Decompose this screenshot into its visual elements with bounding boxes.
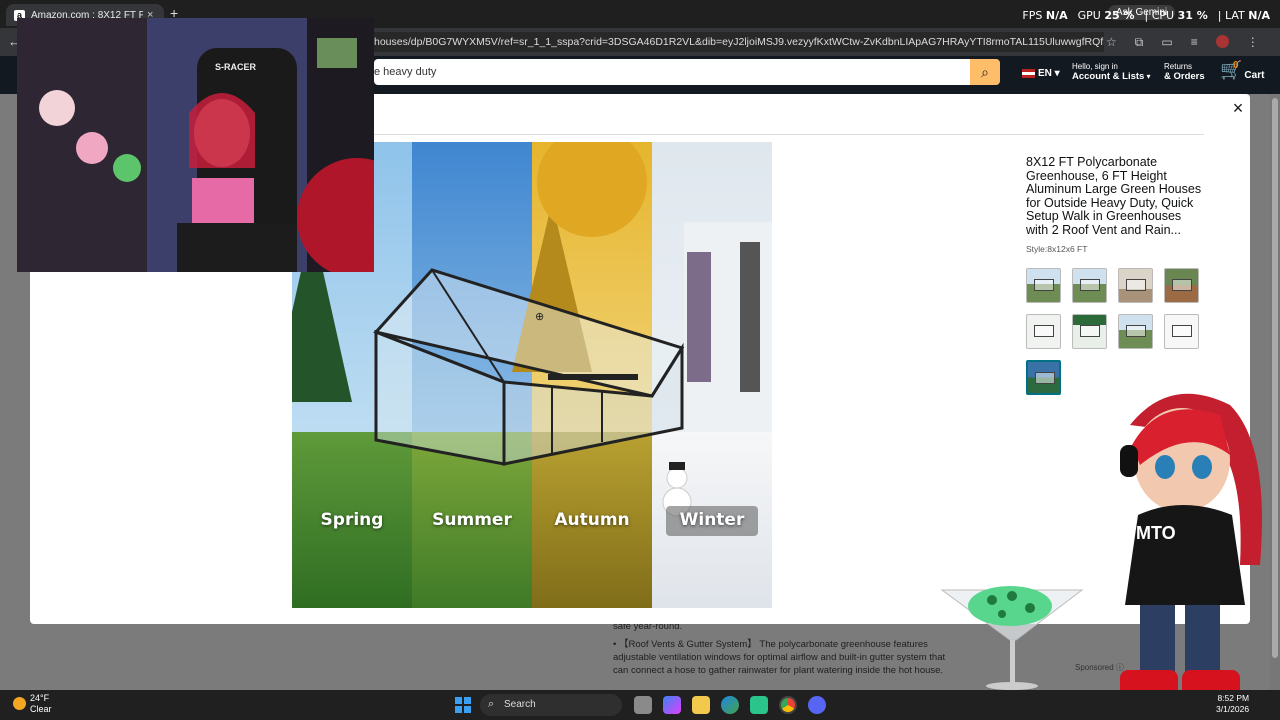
scrollbar-thumb[interactable] (1272, 98, 1278, 658)
product-bullets: safe year-round. • 【Roof Vents & Gutter … (613, 620, 953, 677)
stream-mascot-character: MTO (1110, 385, 1270, 705)
cast-icon[interactable]: ▭ (1161, 35, 1172, 50)
product-title: 8X12 FT Polycarbonate Greenhouse, 6 FT H… (1026, 155, 1202, 237)
mascot-illustration (1120, 393, 1262, 700)
close-modal-button[interactable]: × (1228, 98, 1248, 118)
thumbnail-7[interactable] (1118, 314, 1153, 349)
weather-widget[interactable]: 24°F Clear (13, 693, 52, 715)
lat-stat: | LAT N/A (1217, 9, 1270, 22)
menu-kebab-icon[interactable]: ⋮ (1247, 35, 1259, 50)
bookmark-star-icon[interactable]: ☆ (1106, 35, 1117, 50)
weather-temp: 24°F (30, 693, 50, 703)
chair-brand-text: S-RACER (215, 62, 257, 72)
thumbnail-6[interactable] (1072, 314, 1107, 349)
thumbnail-8[interactable] (1164, 314, 1199, 349)
mascot-shirt-text: MTO (1136, 523, 1176, 543)
task-view-icon[interactable] (634, 696, 652, 714)
account-menu[interactable]: Hello, sign in Account & Lists ▾ (1072, 62, 1151, 82)
cart-count: 0 (1233, 60, 1239, 71)
streamer-webcam: S-RACER (17, 18, 374, 272)
search-icon: ⌕ (488, 698, 495, 710)
windows-start-icon[interactable] (455, 697, 471, 713)
thumbnail-5[interactable] (1026, 314, 1061, 349)
thumbnail-3[interactable] (1118, 268, 1153, 303)
thumbnail-4[interactable] (1164, 268, 1199, 303)
gpu-stat: GPU 25 % (1077, 9, 1135, 22)
reading-list-icon[interactable]: ≡ (1191, 35, 1198, 50)
thumbnail-9-selected[interactable] (1026, 360, 1061, 395)
taskbar-search[interactable]: ⌕ Search (480, 694, 622, 716)
amazon-search-input[interactable]: e heavy duty (374, 59, 970, 85)
season-panel-winter: Winter (652, 142, 772, 608)
bullet-roof-vents: • 【Roof Vents & Gutter System】 The polyc… (613, 639, 946, 676)
returns-orders-link[interactable]: Returns & Orders (1164, 62, 1205, 82)
cpu-stat: | CPU 31 % (1144, 9, 1208, 22)
webcam-feed-image (17, 18, 374, 272)
windows-taskbar: 24°F Clear ⌕ Search 8:52 PM 3/1/2026 (0, 690, 1280, 720)
season-panel-summer: Summer (412, 142, 532, 608)
profile-avatar[interactable] (1215, 35, 1229, 48)
weather-condition: Clear (30, 704, 52, 714)
weather-moon-icon (13, 697, 26, 710)
system-clock[interactable]: 8:52 PM 3/1/2026 (1216, 693, 1249, 715)
toolbar-icons: ☆ ⧉ ▭ ≡ ⋮ (1106, 35, 1259, 50)
season-label: Autumn (554, 510, 630, 530)
cart-label: Cart (1244, 70, 1265, 81)
product-style: Style:8x12x6 FT (1026, 244, 1088, 254)
search-icon: ⌕ (981, 63, 989, 80)
extensions-icon[interactable]: ⧉ (1135, 35, 1144, 50)
performance-overlay: FPS N/A GPU 25 % | CPU 31 % | LAT N/A (1022, 9, 1270, 22)
fps-stat: FPS N/A (1022, 9, 1068, 22)
season-label: Spring (320, 510, 384, 530)
martini-glass-icon (940, 586, 1084, 690)
discord-icon[interactable] (808, 696, 826, 714)
taskbar-apps (634, 696, 826, 714)
url-field[interactable]: houses/dp/B0G7WYXM5V/ref=sr_1_1_sspa?cri… (374, 32, 1104, 52)
search-button[interactable]: ⌕ (970, 59, 1000, 85)
us-flag-icon (1022, 68, 1035, 78)
martini-glass-overlay (940, 578, 1086, 708)
cart-icon: 🛒 (1220, 60, 1243, 80)
edge-icon[interactable] (721, 696, 739, 714)
cart-link[interactable]: 🛒 0 Cart (1220, 60, 1264, 81)
thumbnail-1[interactable] (1026, 268, 1061, 303)
page-scrollbar[interactable] (1270, 94, 1280, 690)
season-label: Winter (679, 510, 745, 530)
file-explorer-icon[interactable] (692, 696, 710, 714)
season-panel-autumn: Autumn (532, 142, 652, 608)
language-selector[interactable]: EN ▾ (1022, 68, 1060, 79)
season-label: Summer (432, 510, 512, 530)
thumbnail-2[interactable] (1072, 268, 1107, 303)
zoom-cursor-icon: ⊕ (535, 311, 545, 323)
app-icon[interactable] (750, 696, 768, 714)
copilot-icon[interactable] (663, 696, 681, 714)
chrome-icon[interactable] (779, 696, 797, 714)
